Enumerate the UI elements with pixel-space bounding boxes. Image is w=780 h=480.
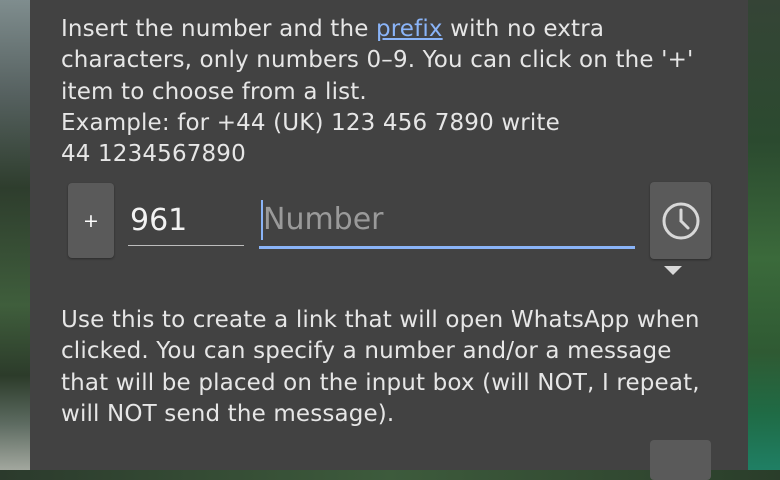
history-button[interactable] (650, 182, 711, 259)
instructions-line-3: item to choose from a list. (61, 78, 367, 105)
number-placeholder: Number (263, 202, 384, 237)
description-line-4: will NOT send the message). (61, 400, 395, 427)
prefix-input[interactable]: 961 (128, 195, 244, 246)
description-line-2: clicked. You can specify a number and/or… (61, 338, 672, 365)
wallpaper-right (748, 0, 780, 470)
description-text: Use this to create a link that will open… (61, 305, 721, 430)
choose-prefix-button[interactable]: + (68, 183, 114, 258)
instructions-text: Insert the number and the prefix with no… (61, 14, 721, 170)
description-line-1: Use this to create a link that will open… (61, 307, 700, 333)
caret-down-icon[interactable] (664, 266, 682, 275)
clock-icon (662, 202, 699, 239)
instructions-line-2: characters, only numbers 0–9. You can cl… (61, 47, 694, 74)
description-line-3: that will be placed on the input box (wi… (61, 369, 700, 396)
prefix-link[interactable]: prefix (376, 16, 443, 42)
wallpaper-left (0, 0, 30, 470)
instructions-line-1: Insert the number and the prefix with no… (61, 16, 605, 42)
number-input[interactable]: Number (259, 195, 635, 249)
open-in-whatsapp-dialog: Insert the number and the prefix with no… (30, 0, 748, 480)
instructions-line-5: 44 1234567890 (61, 141, 246, 168)
instructions-line-4: Example: for +44 (UK) 123 456 7890 write (61, 109, 560, 136)
bottom-action-button[interactable] (650, 440, 711, 480)
